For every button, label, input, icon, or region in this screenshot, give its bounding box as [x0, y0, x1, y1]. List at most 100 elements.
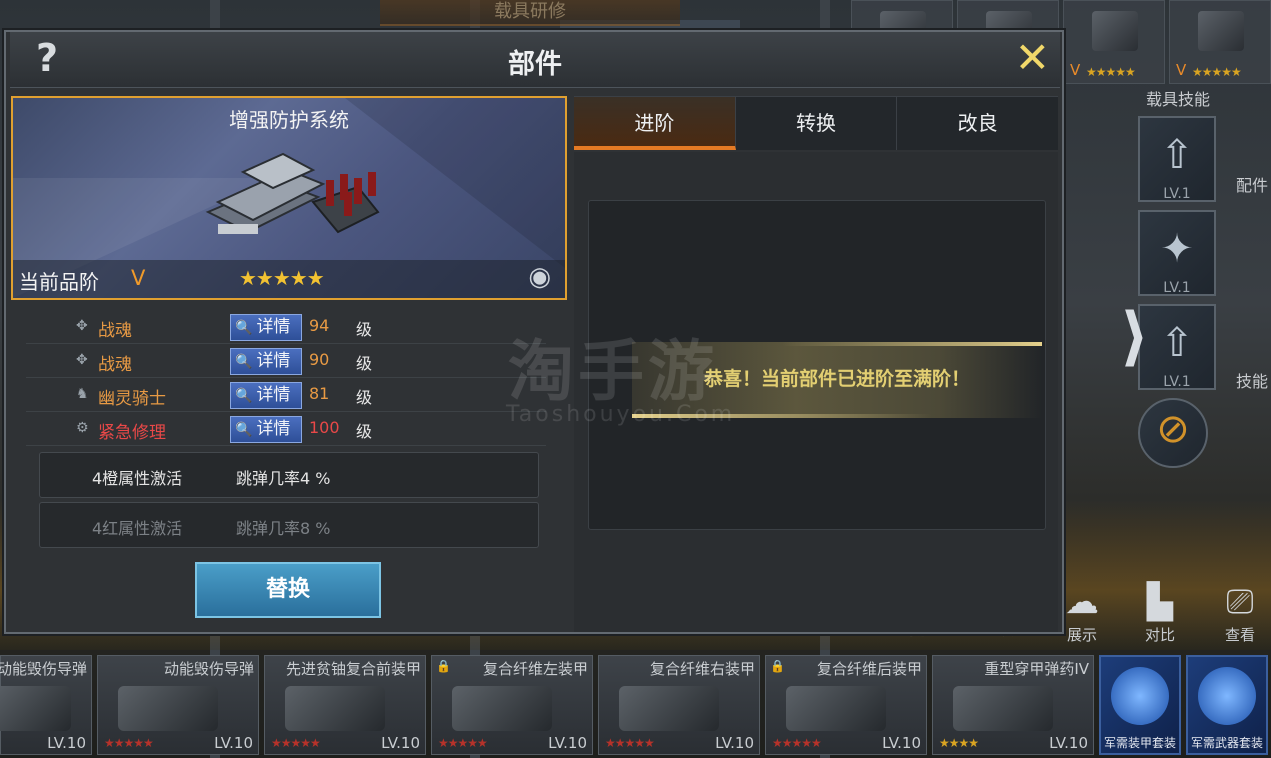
vehicle-research-tab[interactable]: 载具研修: [380, 0, 680, 26]
detail-label: 详情: [256, 419, 291, 439]
dialog-header: ? 部件 ✕: [10, 32, 1060, 88]
skill-level: LV.1: [1163, 186, 1191, 202]
lock-icon: 🔒: [436, 659, 451, 673]
item-name: 军需装甲套装: [1103, 736, 1176, 750]
attribute-condition: 4红属性激活: [92, 519, 183, 538]
item-name: 先进贫铀复合前装甲: [285, 660, 421, 678]
skill-name: 战魂: [98, 321, 132, 341]
side-label-skill[interactable]: 技能: [1236, 368, 1268, 392]
dialog-title: 部件: [508, 49, 562, 80]
eye-icon[interactable]: ◉: [528, 262, 551, 292]
equipped-slot[interactable]: V ★★★★★: [1169, 0, 1271, 84]
inventory-item[interactable]: 复合纤维右装甲 ★★★★★ LV.10: [598, 655, 760, 755]
expand-chevron-icon[interactable]: ⟩: [1120, 300, 1149, 374]
magnifier-icon: 🔍: [235, 354, 253, 370]
detail-label: 详情: [256, 317, 291, 337]
attribute-condition: 4橙属性激活: [92, 469, 183, 488]
attribute-effect: 跳弹几率4 %: [236, 469, 331, 488]
part-skill-list: ✥ 战魂 🔍 详情 94 级 ✥ 战魂 🔍 详情 90 级 ♞ 幽灵骑士 🔍 详情 8…: [26, 310, 546, 446]
detail-button[interactable]: 🔍 详情: [230, 314, 302, 341]
vehicle-skill[interactable]: ✦ LV.1: [1138, 210, 1216, 296]
list-item: ⚙ 紧急修理 🔍 详情 100 级: [26, 412, 546, 446]
item-stars: ★★★★: [939, 736, 979, 750]
vehicle-skills-column: 载具技能 ⇧ LV.1 ✦ LV.1 ⇧ LV.1 ⊘: [1130, 86, 1222, 476]
item-name: 动能毁伤导弹: [0, 660, 87, 678]
weapon-set-item[interactable]: 军需武器套装: [1186, 655, 1268, 755]
compare-label: 对比: [1144, 626, 1175, 644]
inventory-item[interactable]: 🔒 复合纤维左装甲 ★★★★★ LV.10: [431, 655, 593, 755]
item-level: LV.10: [214, 734, 253, 752]
tab-convert[interactable]: 转换: [736, 97, 898, 150]
skill-level: 81: [309, 384, 330, 403]
grade-label: V: [1070, 61, 1081, 79]
vehicle-skill[interactable]: ⊘: [1138, 398, 1208, 468]
inventory-item[interactable]: 先进贫铀复合前装甲 ★★★★★ LV.10: [264, 655, 426, 755]
tab-bar: 进阶 转换 改良: [574, 96, 1058, 150]
camera-icon: ⎚: [1226, 582, 1254, 622]
level-unit: 级: [356, 388, 373, 407]
skill-name: 幽灵骑士: [98, 389, 166, 409]
set-attribute-row: 4橙属性激活 跳弹几率4 %: [39, 452, 539, 498]
compare-icon: ▙: [1146, 582, 1174, 622]
item-stars: ★★★★★: [605, 736, 655, 750]
skill-icon: ✦: [1160, 226, 1194, 272]
part-thumbnail: [1198, 11, 1244, 51]
part-name: 增强防护系统: [229, 108, 349, 132]
skill-level: LV.1: [1163, 374, 1191, 390]
side-label-parts[interactable]: 配件: [1236, 172, 1268, 196]
card-footer: 当前品阶 V ★★★★★ ◉: [13, 260, 565, 298]
item-name: 复合纤维后装甲: [816, 660, 922, 678]
skill-badge-icon: ✥: [76, 352, 88, 368]
item-level: LV.10: [882, 734, 921, 752]
magnifier-icon: 🔍: [235, 388, 253, 404]
inventory-item[interactable]: 动能毁伤导弹 ★★★★★ LV.10: [97, 655, 259, 755]
item-thumbnail: [0, 686, 71, 731]
skill-icon: ⇧: [1160, 132, 1194, 178]
vehicle-skill[interactable]: ⇧ LV.1: [1138, 116, 1216, 202]
equipped-slot[interactable]: V ★★★★★: [1063, 0, 1165, 84]
inventory-item[interactable]: 动能毁伤导弹 LV.10: [0, 655, 92, 755]
level-unit: 级: [356, 320, 373, 339]
list-item: ♞ 幽灵骑士 🔍 详情 81 级: [26, 378, 546, 412]
item-level: LV.10: [715, 734, 754, 752]
skill-level: 94: [309, 316, 330, 335]
level-unit: 级: [356, 354, 373, 373]
detail-button[interactable]: 🔍 详情: [230, 348, 302, 375]
skill-level: 90: [309, 350, 330, 369]
item-stars: ★★★★★: [772, 736, 822, 750]
detail-button[interactable]: 🔍 详情: [230, 382, 302, 409]
detail-button[interactable]: 🔍 详情: [230, 416, 302, 443]
item-thumbnail: [619, 686, 719, 731]
view-button[interactable]: ⎚ 查看: [1210, 580, 1270, 645]
skill-badge-icon: ♞: [76, 386, 89, 402]
item-level: LV.10: [381, 734, 420, 752]
skill-level: 100: [309, 418, 340, 437]
star-rating: ★★★★★: [239, 266, 325, 290]
watermark-logo: 淘手游: [508, 333, 718, 410]
watermark-url: Taoshouyou.Com: [506, 402, 736, 427]
item-thumbnail: [953, 686, 1053, 731]
tab-improve[interactable]: 改良: [897, 97, 1058, 150]
item-stars: ★★★★★: [271, 736, 321, 750]
list-item: ✥ 战魂 🔍 详情 94 级: [26, 310, 546, 344]
item-stars: ★★★★★: [104, 736, 154, 750]
item-name: 复合纤维右装甲: [649, 660, 755, 678]
inventory-item[interactable]: 重型穿甲弹药IV ★★★★ LV.10: [932, 655, 1094, 755]
part-image: [205, 152, 380, 234]
close-icon[interactable]: ✕: [1015, 34, 1050, 82]
inventory-item[interactable]: 🔒 复合纤维后装甲 ★★★★★ LV.10: [765, 655, 927, 755]
grade-label: 当前品阶: [19, 270, 99, 294]
lock-icon: 🔒: [770, 659, 785, 673]
compare-button[interactable]: ▙ 对比: [1130, 580, 1190, 645]
item-level: LV.10: [47, 734, 86, 752]
tab-advance[interactable]: 进阶: [574, 97, 736, 150]
magnifier-icon: 🔍: [235, 422, 253, 438]
item-name: 重型穿甲弹药IV: [984, 660, 1089, 678]
star-rating: ★★★★★: [1086, 65, 1136, 79]
item-level: LV.10: [1049, 734, 1088, 752]
vehicle-skill[interactable]: ⇧ LV.1: [1138, 304, 1216, 390]
replace-button[interactable]: 替换: [195, 562, 381, 618]
item-name: 军需武器套装: [1190, 736, 1263, 750]
armor-set-item[interactable]: 军需装甲套装: [1099, 655, 1181, 755]
skill-badge-icon: ✥: [76, 318, 88, 334]
